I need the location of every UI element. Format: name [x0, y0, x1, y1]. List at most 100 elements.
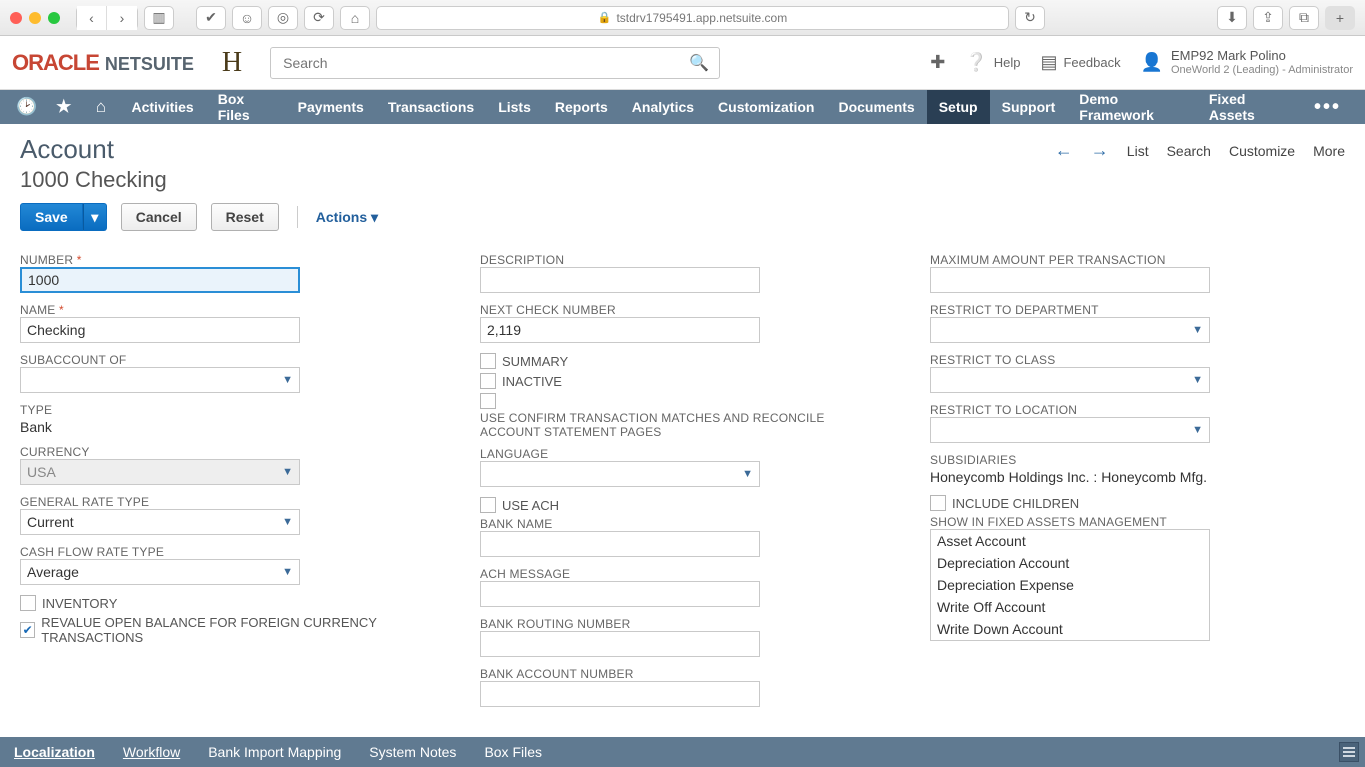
- actions-menu[interactable]: Actions ▾: [316, 209, 378, 226]
- nav-item-box-files[interactable]: Box Files: [206, 90, 286, 124]
- link-search[interactable]: Search: [1167, 143, 1211, 159]
- subtab-box-files[interactable]: Box Files: [484, 744, 542, 760]
- user-menu[interactable]: 👤 EMP92 Mark Polino OneWorld 2 (Leading)…: [1141, 48, 1353, 77]
- subtab-localization[interactable]: Localization: [14, 744, 95, 760]
- save-button[interactable]: Save: [20, 203, 83, 231]
- global-search[interactable]: 🔍: [270, 47, 720, 79]
- rclass-select[interactable]: ▼: [930, 367, 1210, 393]
- nav-item-support[interactable]: Support: [990, 90, 1068, 124]
- number-input[interactable]: 1000: [20, 267, 300, 293]
- feedback-link[interactable]: ▤ Feedback: [1040, 52, 1120, 73]
- chevron-down-icon: ▼: [1192, 324, 1203, 336]
- cancel-button[interactable]: Cancel: [121, 203, 197, 231]
- routing-label: BANK ROUTING NUMBER: [480, 617, 910, 631]
- target-icon[interactable]: ◎: [268, 6, 298, 30]
- inventory-checkbox[interactable]: [20, 595, 36, 611]
- nav-item-fixed-assets[interactable]: Fixed Assets: [1197, 90, 1298, 124]
- nav-item-customization[interactable]: Customization: [706, 90, 826, 124]
- page-title: Account: [20, 134, 167, 165]
- reload-icon[interactable]: ↻: [1015, 6, 1045, 30]
- include-children-checkbox[interactable]: [930, 495, 946, 511]
- bankname-input[interactable]: [480, 531, 760, 557]
- type-label: TYPE: [20, 403, 460, 417]
- maxamt-input[interactable]: [930, 267, 1210, 293]
- revalue-checkbox[interactable]: ✔: [20, 622, 35, 638]
- fa-option[interactable]: Write Down Account: [931, 618, 1209, 640]
- forward-button[interactable]: ›: [107, 6, 137, 30]
- cashflow-rate-select[interactable]: Average ▼: [20, 559, 300, 585]
- fa-option[interactable]: Write Off Account: [931, 596, 1209, 618]
- download-icon[interactable]: ⬇: [1217, 6, 1247, 30]
- subtab-workflow[interactable]: Workflow: [123, 744, 180, 760]
- share-icon[interactable]: ⇪: [1253, 6, 1283, 30]
- nav-item-transactions[interactable]: Transactions: [376, 90, 486, 124]
- chevron-down-icon: ▼: [282, 516, 293, 528]
- nav-item-demo-framework[interactable]: Demo Framework: [1067, 90, 1197, 124]
- help-icon: ❔: [965, 52, 987, 73]
- search-icon[interactable]: 🔍: [689, 53, 709, 73]
- routing-input[interactable]: [480, 631, 760, 657]
- link-customize[interactable]: Customize: [1229, 143, 1295, 159]
- nav-item-documents[interactable]: Documents: [826, 90, 926, 124]
- reset-button[interactable]: Reset: [211, 203, 279, 231]
- nextcheck-input[interactable]: 2,119: [480, 317, 760, 343]
- next-record-icon[interactable]: →: [1091, 140, 1109, 161]
- acctnum-input[interactable]: [480, 681, 760, 707]
- useconfirm-checkbox[interactable]: [480, 393, 496, 409]
- chevron-down-icon: ▼: [282, 566, 293, 578]
- subtab-bar: Localization Workflow Bank Import Mappin…: [0, 737, 1365, 767]
- minimize-window-icon[interactable]: [29, 12, 41, 24]
- nav-item-setup[interactable]: Setup: [927, 90, 990, 124]
- nav-more[interactable]: •••: [1298, 96, 1357, 119]
- fa-option[interactable]: Depreciation Account: [931, 552, 1209, 574]
- maximize-window-icon[interactable]: [48, 12, 60, 24]
- nav-item-analytics[interactable]: Analytics: [620, 90, 706, 124]
- nav-item-lists[interactable]: Lists: [486, 90, 543, 124]
- fa-option[interactable]: Asset Account: [931, 530, 1209, 552]
- save-dropdown[interactable]: ▾: [83, 203, 107, 231]
- achmsg-input[interactable]: [480, 581, 760, 607]
- nav-item-reports[interactable]: Reports: [543, 90, 620, 124]
- ghost-icon[interactable]: ☺: [232, 6, 262, 30]
- favorites-icon[interactable]: ★: [45, 97, 82, 117]
- shield-icon[interactable]: ✔︎: [196, 6, 226, 30]
- name-input[interactable]: Checking: [20, 317, 300, 343]
- general-rate-select[interactable]: Current ▼: [20, 509, 300, 535]
- link-more[interactable]: More: [1313, 143, 1345, 159]
- chevron-down-icon: ▼: [282, 374, 293, 386]
- summary-checkbox[interactable]: [480, 353, 496, 369]
- refresh-icon[interactable]: ⟳: [304, 6, 334, 30]
- inventory-label: INVENTORY: [42, 596, 117, 611]
- new-tab-icon[interactable]: +: [1325, 6, 1355, 30]
- close-window-icon[interactable]: [10, 12, 22, 24]
- recent-icon[interactable]: 🕑: [8, 97, 45, 117]
- nav-item-activities[interactable]: Activities: [119, 90, 205, 124]
- fa-option[interactable]: Depreciation Expense: [931, 574, 1209, 596]
- help-link[interactable]: ❔ Help: [965, 52, 1020, 73]
- logo[interactable]: ORACLE NETSUITE: [12, 50, 194, 76]
- inactive-checkbox[interactable]: [480, 373, 496, 389]
- url-bar[interactable]: 🔒 tstdrv1795491.app.netsuite.com: [376, 6, 1009, 30]
- nav-item-payments[interactable]: Payments: [286, 90, 376, 124]
- actions-label: Actions: [316, 209, 367, 225]
- subtab-menu-icon[interactable]: [1339, 742, 1359, 762]
- subtab-system-notes[interactable]: System Notes: [369, 744, 456, 760]
- rdept-select[interactable]: ▼: [930, 317, 1210, 343]
- home-icon[interactable]: ⌂: [340, 6, 370, 30]
- sidebar-toggle-icon[interactable]: ▥: [144, 6, 174, 30]
- home-nav-icon[interactable]: ⌂: [82, 97, 119, 117]
- subaccount-select[interactable]: ▼: [20, 367, 300, 393]
- link-list[interactable]: List: [1127, 143, 1149, 159]
- subtab-bank-import[interactable]: Bank Import Mapping: [208, 744, 341, 760]
- acctnum-label: BANK ACCOUNT NUMBER: [480, 667, 910, 681]
- description-input[interactable]: [480, 267, 760, 293]
- tabs-icon[interactable]: ⧉: [1289, 6, 1319, 30]
- prev-record-icon[interactable]: ←: [1055, 140, 1073, 161]
- back-button[interactable]: ‹: [77, 6, 107, 30]
- language-select[interactable]: ▼: [480, 461, 760, 487]
- puzzle-icon[interactable]: ✚: [930, 52, 945, 73]
- showfa-multiselect[interactable]: Asset AccountDepreciation AccountDepreci…: [930, 529, 1210, 641]
- useach-checkbox[interactable]: [480, 497, 496, 513]
- rloc-select[interactable]: ▼: [930, 417, 1210, 443]
- search-input[interactable]: [281, 54, 689, 72]
